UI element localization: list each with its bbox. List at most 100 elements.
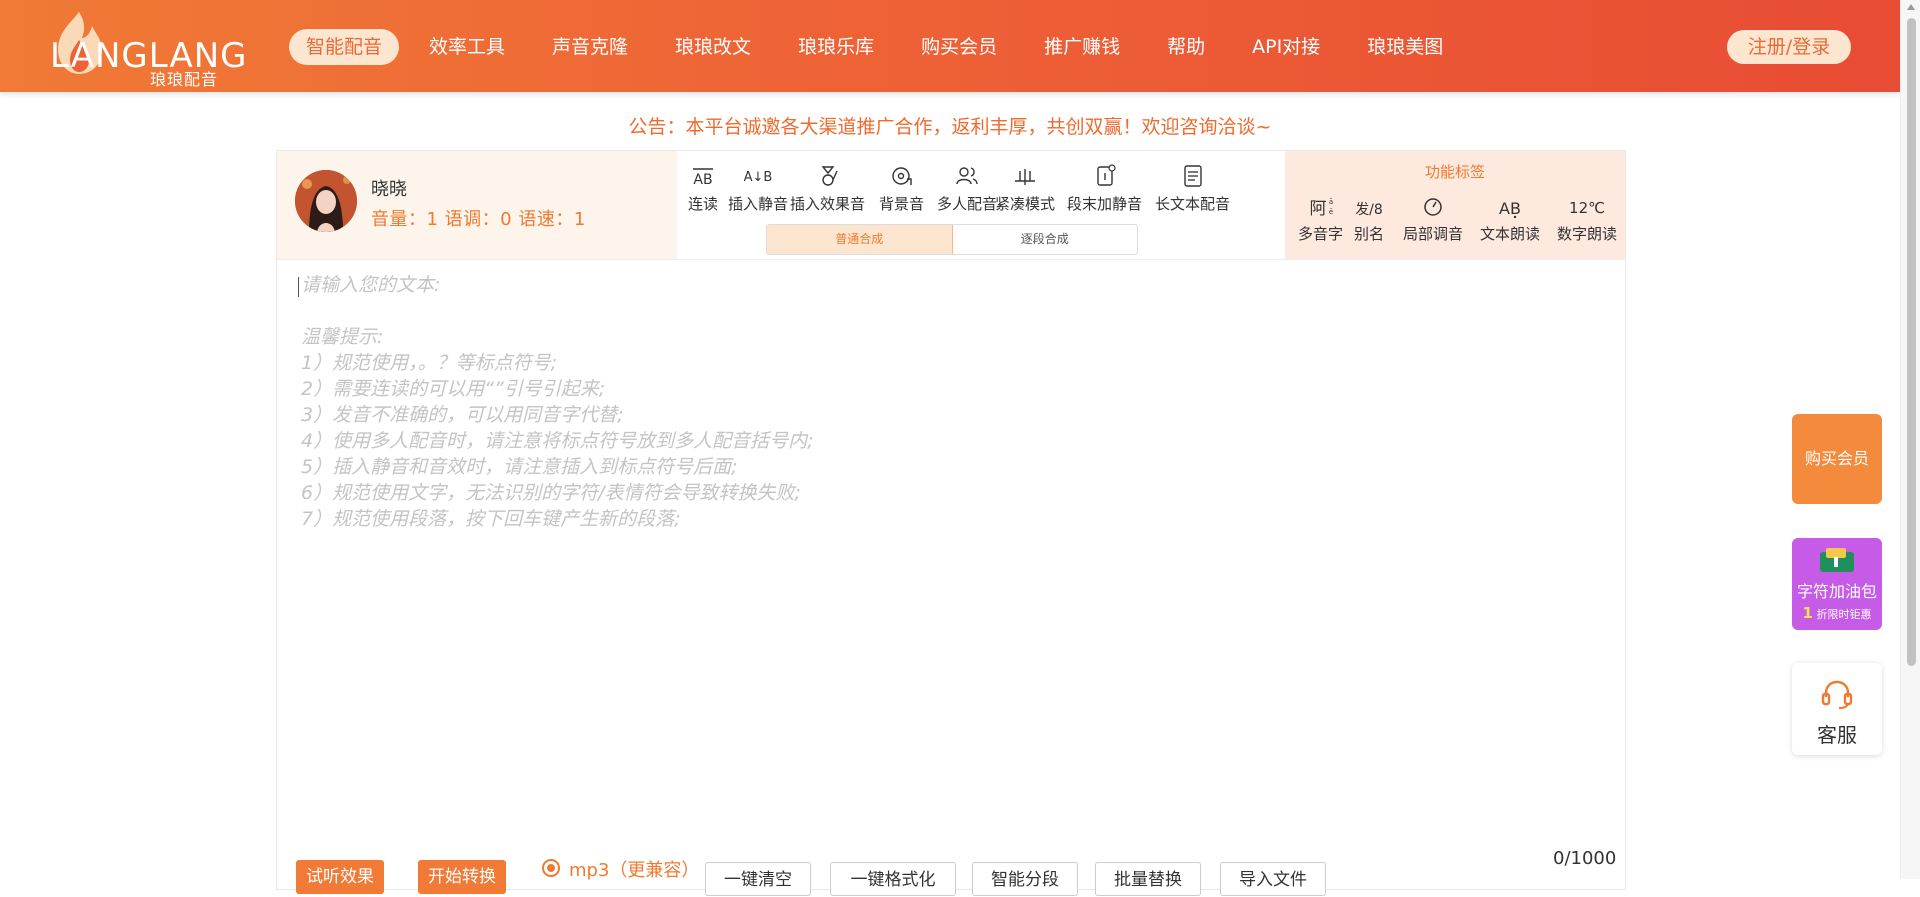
- avatar[interactable]: [295, 170, 357, 232]
- pack-sub-text: 折限时钜惠: [1816, 608, 1872, 621]
- feature-label: 局部调音: [1403, 225, 1464, 243]
- login-button[interactable]: 注册/登录: [1727, 30, 1851, 64]
- sound-effect-icon: [821, 166, 838, 186]
- feature-label: 别名: [1354, 225, 1385, 243]
- float-buy-vip-button[interactable]: 购买会员: [1792, 414, 1882, 504]
- polyphone-icon: 阿 āē: [1309, 198, 1333, 219]
- editor-panel: 晓晓 音量：1 语调：0 语速：1 AB 连读 A↓B 插入静音 插入效果音 背…: [276, 150, 1626, 896]
- tool-label: 插入静音: [728, 195, 789, 213]
- panel-toolbar: 晓晓 音量：1 语调：0 语速：1 AB 连读 A↓B 插入静音 插入效果音 背…: [277, 151, 1625, 260]
- feature-number-reading[interactable]: 12℃ 数字朗读: [1557, 195, 1617, 244]
- logo-subtitle: 琅琅配音: [150, 70, 219, 89]
- feature-local-tuning[interactable]: 局部调音: [1403, 195, 1463, 244]
- tool-label: 连读: [688, 195, 719, 213]
- long-text-icon: [1183, 165, 1202, 187]
- tool-long-text[interactable]: 长文本配音: [1155, 163, 1230, 214]
- pack-title: 字符加油包: [1796, 582, 1877, 601]
- compact-mode-icon: [1015, 169, 1035, 185]
- float-char-pack-button[interactable]: 字符加油包 1 折限时钜惠: [1792, 538, 1882, 630]
- alias-icon: 发/8: [1355, 202, 1383, 218]
- page-scrollbar[interactable]: [1900, 0, 1920, 879]
- svg-text:ā: ā: [1328, 198, 1332, 206]
- feature-title: 功能标签: [1424, 163, 1485, 181]
- tool-multi-voice[interactable]: 多人配音: [937, 163, 997, 214]
- tuning-dial-icon: [1424, 198, 1442, 216]
- background-music-icon: [891, 167, 912, 185]
- voice-selector[interactable]: 晓晓 音量：1 语调：0 语速：1: [277, 151, 677, 259]
- format-label: mp3（更兼容）: [569, 860, 700, 881]
- feature-polyphone[interactable]: 阿āē 多音字: [1298, 195, 1343, 244]
- nav-item-promote[interactable]: 推广赚钱: [1027, 29, 1137, 65]
- tool-label: 背景音: [879, 195, 925, 213]
- main-nav: 智能配音 效率工具 声音克隆 琅琅改文 琅琅乐库 购买会员 推广赚钱 帮助 AP…: [289, 29, 1473, 65]
- scroll-up-arrow-icon[interactable]: [1907, 4, 1915, 10]
- svg-text:12℃: 12℃: [1569, 199, 1605, 217]
- pack-subtitle: 1 折限时钜惠: [1792, 604, 1882, 622]
- char-counter: 0/1000: [1553, 848, 1617, 869]
- service-label: 客服: [1817, 723, 1857, 747]
- nav-item-buy-vip[interactable]: 购买会员: [904, 29, 1014, 65]
- svg-text:发/8: 发/8: [1355, 202, 1383, 218]
- nav-item-image[interactable]: 琅琅美图: [1350, 29, 1460, 65]
- batch-replace-button[interactable]: 批量替换: [1095, 862, 1201, 896]
- top-header: LANGLANG 琅琅配音 智能配音 效率工具 声音克隆 琅琅改文 琅琅乐库 购…: [0, 0, 1900, 92]
- tool-sound-effect[interactable]: 插入效果音: [790, 163, 865, 214]
- svg-text:A↓B: A↓B: [744, 170, 772, 185]
- preview-button[interactable]: 试听效果: [296, 860, 384, 894]
- clear-all-button[interactable]: 一键清空: [705, 862, 811, 896]
- tool-background-music[interactable]: 背景音: [879, 163, 924, 214]
- start-convert-button[interactable]: 开始转换: [418, 860, 506, 894]
- float-customer-service-button[interactable]: 客服: [1792, 663, 1882, 755]
- tab-normal-synthesis[interactable]: 普通合成: [767, 225, 953, 254]
- synthesis-mode-tabs: 普通合成 逐段合成: [766, 224, 1138, 255]
- tool-liandu[interactable]: AB 连读: [688, 163, 718, 214]
- tool-bar: AB 连读 A↓B 插入静音 插入效果音 背景音 多人配音 紧凑模式 段末加静音…: [677, 151, 1285, 259]
- text-reading-icon: AB: [1499, 199, 1521, 219]
- liandu-icon: AB: [693, 168, 713, 188]
- tab-paragraph-synthesis[interactable]: 逐段合成: [953, 225, 1138, 254]
- nav-item-rewrite[interactable]: 琅琅改文: [658, 29, 768, 65]
- nav-item-voice-clone[interactable]: 声音克隆: [535, 29, 645, 65]
- nav-item-efficiency-tools[interactable]: 效率工具: [412, 29, 522, 65]
- avatar-portrait-icon: [295, 170, 357, 232]
- tool-label: 长文本配音: [1155, 195, 1231, 213]
- multi-voice-icon: [956, 167, 978, 185]
- pack-number: 1: [1802, 604, 1813, 622]
- voice-name: 晓晓: [371, 179, 407, 200]
- feature-label: 数字朗读: [1557, 225, 1618, 243]
- nav-item-api[interactable]: API对接: [1235, 29, 1337, 65]
- nav-item-help[interactable]: 帮助: [1150, 29, 1222, 65]
- svg-text:ē: ē: [1328, 208, 1332, 216]
- tool-paragraph-silence[interactable]: 段末加静音: [1067, 163, 1142, 214]
- tool-label: 插入效果音: [790, 195, 866, 213]
- feature-label: 文本朗读: [1480, 225, 1541, 243]
- svg-text:AB: AB: [693, 172, 712, 188]
- tool-label: 段末加静音: [1067, 195, 1143, 213]
- tool-label: 紧凑模式: [995, 195, 1056, 213]
- headset-icon: [1821, 680, 1853, 709]
- logo[interactable]: LANGLANG 琅琅配音: [48, 8, 248, 89]
- voice-params: 音量：1 语调：0 语速：1: [371, 209, 586, 230]
- tool-compact-mode[interactable]: 紧凑模式: [995, 163, 1055, 214]
- import-file-button[interactable]: 导入文件: [1220, 862, 1326, 896]
- format-all-button[interactable]: 一键格式化: [830, 862, 956, 896]
- text-input[interactable]: [297, 272, 1597, 852]
- nav-item-music-library[interactable]: 琅琅乐库: [781, 29, 891, 65]
- smart-split-button[interactable]: 智能分段: [972, 862, 1078, 896]
- feature-label: 多音字: [1298, 225, 1344, 243]
- number-reading-icon: 12℃: [1569, 199, 1605, 217]
- feature-alias[interactable]: 发/8 别名: [1354, 195, 1384, 244]
- announcement: 公告：本平台诚邀各大渠道推广合作，返利丰厚，共创双赢！欢迎咨询洽谈~: [628, 116, 1272, 138]
- feature-text-reading[interactable]: AB 文本朗读: [1480, 195, 1540, 244]
- ticket-icon: [1820, 548, 1854, 572]
- tool-label: 多人配音: [937, 195, 998, 213]
- nav-item-smart-dubbing[interactable]: 智能配音: [289, 29, 400, 65]
- tool-insert-silence[interactable]: A↓B 插入静音: [728, 163, 788, 214]
- scroll-thumb[interactable]: [1907, 18, 1916, 666]
- svg-text:阿: 阿: [1309, 199, 1326, 219]
- insert-silence-icon: A↓B: [744, 170, 772, 185]
- paragraph-silence-icon: [1096, 164, 1116, 186]
- feature-tags: 功能标签 阿āē 多音字 发/8 别名 局部调音 AB 文本朗读 12℃ 数字朗…: [1285, 151, 1625, 259]
- format-radio[interactable]: [542, 859, 560, 877]
- svg-text:AB: AB: [1499, 199, 1521, 218]
